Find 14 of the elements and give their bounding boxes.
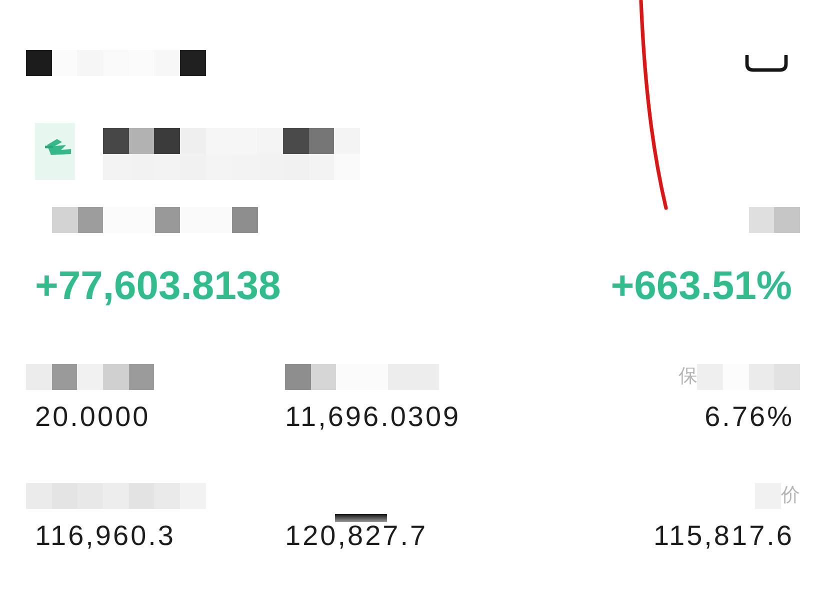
tray-icon[interactable] — [745, 54, 788, 72]
return-rate-value: +663.51% — [610, 263, 792, 309]
stat-value: 6.76% — [704, 403, 794, 431]
stat-value: 20.0000 — [35, 403, 150, 431]
pixelated-text-drawing — [748, 207, 800, 233]
stat-value: 11,696.0309 — [285, 403, 461, 431]
stat-value: 116,960.3 — [35, 522, 176, 550]
pnl-value: +77,603.8138 — [35, 263, 281, 309]
label-text: 价 — [781, 484, 800, 508]
badge-icon — [35, 123, 75, 180]
stat-value: 120,827.7 — [285, 522, 428, 550]
label-text: 保 — [678, 365, 698, 389]
redaction-block — [335, 514, 387, 522]
stat-value: 115,817.6 — [654, 522, 794, 550]
